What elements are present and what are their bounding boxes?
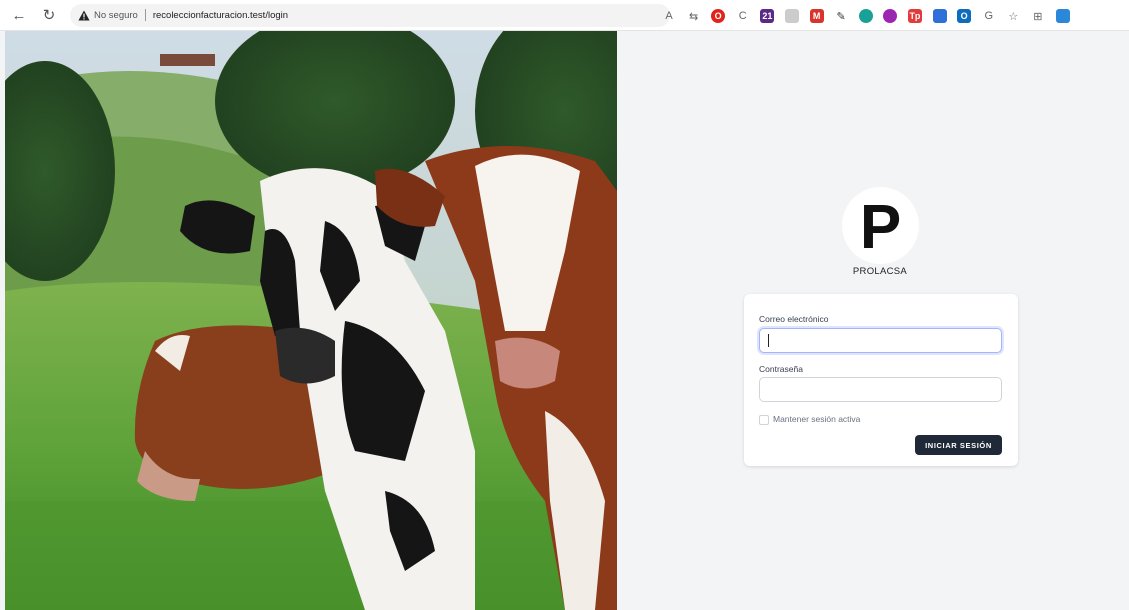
remember-checkbox[interactable] bbox=[759, 415, 769, 425]
back-arrow-icon[interactable]: ← bbox=[8, 4, 30, 26]
tab-actions-icon[interactable]: ⇆ bbox=[687, 9, 701, 23]
reload-icon[interactable]: ↻ bbox=[38, 4, 60, 26]
extension-teal-icon[interactable] bbox=[858, 9, 873, 23]
extension-badge-icon[interactable]: 21 bbox=[760, 9, 775, 23]
address-bar[interactable]: No seguro recoleccionfacturacion.test/lo… bbox=[70, 3, 670, 27]
warning-icon bbox=[78, 10, 90, 20]
extension-square-icon[interactable] bbox=[784, 9, 799, 23]
password-label: Contraseña bbox=[759, 364, 803, 374]
brand-logo: P bbox=[842, 187, 919, 264]
remember-label[interactable]: Mantener sesión activa bbox=[773, 414, 860, 424]
email-field[interactable] bbox=[759, 328, 1002, 353]
address-separator bbox=[144, 9, 146, 21]
extension-pen-icon[interactable]: ✎ bbox=[834, 9, 848, 23]
login-button[interactable]: INICIAR SESIÓN bbox=[915, 435, 1002, 455]
text-cursor bbox=[768, 334, 769, 347]
email-label: Correo electrónico bbox=[759, 314, 829, 324]
extension-square2-icon[interactable] bbox=[1055, 9, 1070, 23]
extension-tp-icon[interactable]: Tp bbox=[907, 9, 922, 23]
security-status-label[interactable]: No seguro bbox=[94, 10, 138, 21]
outlook-icon[interactable]: O bbox=[957, 9, 972, 23]
read-aloud-icon[interactable]: A bbox=[662, 9, 676, 23]
password-field[interactable] bbox=[759, 377, 1002, 402]
login-form: Correo electrónico Contraseña Mantener s… bbox=[744, 294, 1018, 466]
url-text[interactable]: recoleccionfacturacion.test/login bbox=[153, 10, 288, 21]
extension-blue-icon[interactable] bbox=[932, 9, 947, 23]
collections-icon[interactable]: ⊞ bbox=[1031, 9, 1045, 23]
browser-toolbar: ← ↻ No seguro recoleccionfacturacion.tes… bbox=[0, 0, 1129, 31]
extension-purple-icon[interactable] bbox=[883, 9, 898, 23]
favorites-icon[interactable]: ☆ bbox=[1006, 9, 1020, 23]
opera-icon[interactable]: O bbox=[711, 9, 726, 23]
hero-image bbox=[5, 31, 617, 610]
extensions-toolbar: A ⇆ O C 21 M ✎ Tp O G ☆ ⊞ bbox=[662, 5, 1080, 27]
extension-red-icon[interactable]: M bbox=[809, 9, 824, 23]
extension-ring-icon[interactable]: G bbox=[982, 9, 996, 23]
brand-logo-letter: P bbox=[859, 192, 902, 262]
extension-ci-icon[interactable]: C bbox=[736, 9, 750, 23]
brand-name: PROLACSA bbox=[852, 266, 908, 277]
